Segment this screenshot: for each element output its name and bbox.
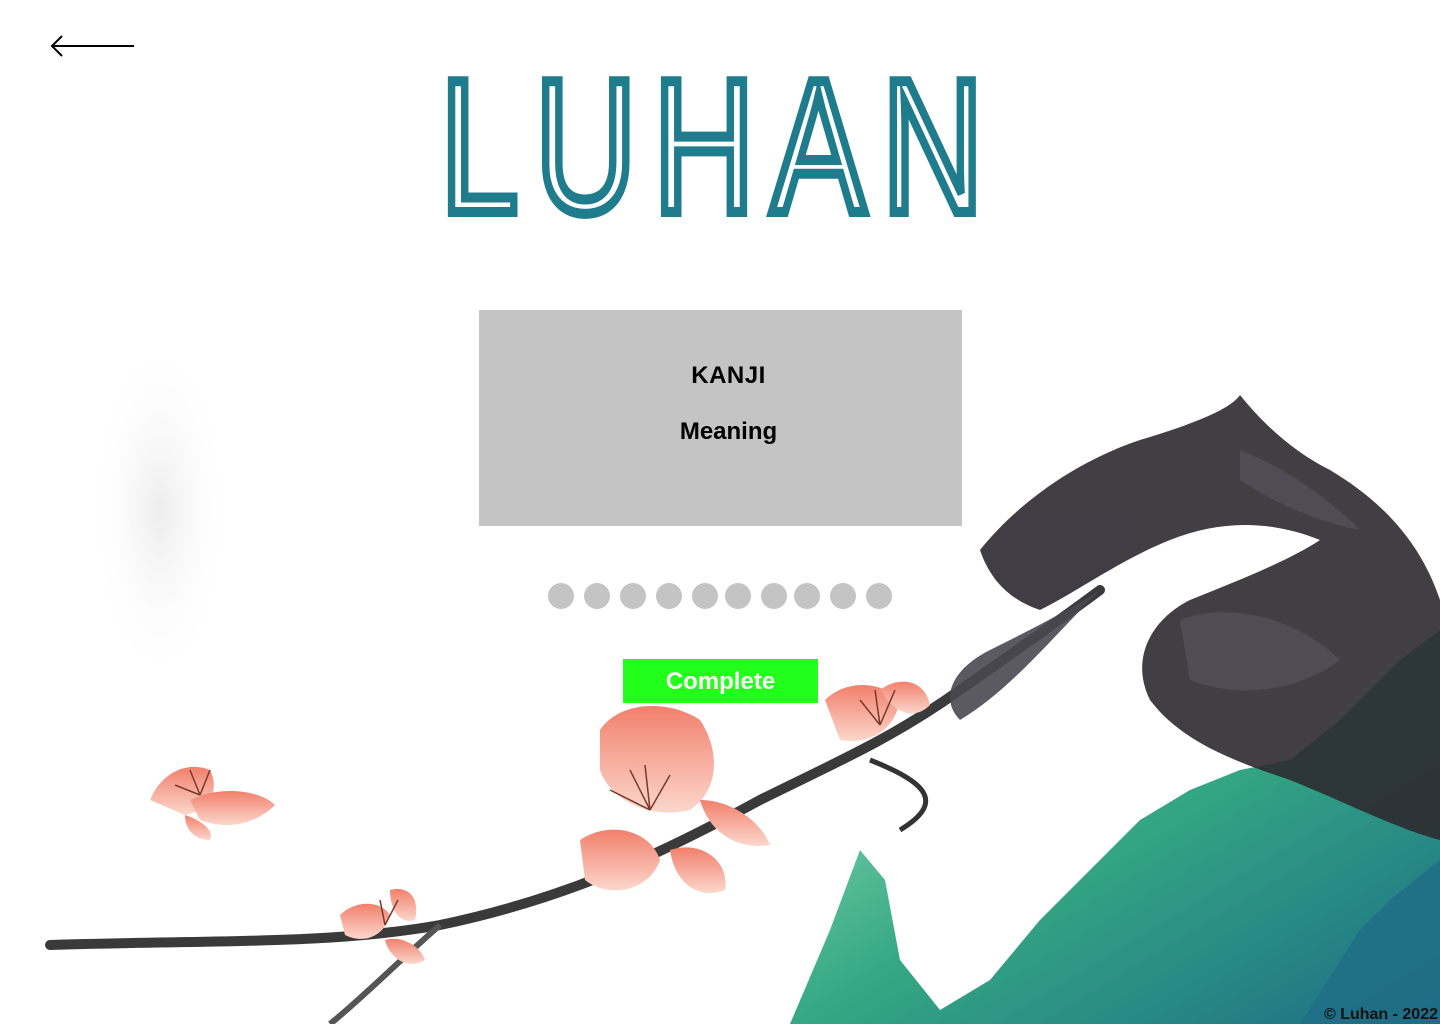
copyright-text: © Luhan - 2022 (1323, 1006, 1438, 1023)
flashcard[interactable]: KANJI Meaning (479, 310, 962, 526)
meaning-label: Meaning (679, 418, 778, 445)
left-arrow-icon (50, 35, 134, 57)
mist-shape (90, 330, 230, 690)
back-button[interactable] (48, 30, 138, 62)
progress-dot[interactable] (584, 583, 610, 609)
progress-dot[interactable] (725, 583, 751, 609)
progress-dot[interactable] (656, 583, 682, 609)
kanji-label: KANJI (691, 362, 766, 389)
branch-shape (869, 757, 929, 833)
logo-text: LUHAN (440, 66, 1000, 226)
progress-dot[interactable] (866, 583, 892, 609)
blossom-shape (150, 766, 275, 840)
progress-dot[interactable] (794, 583, 820, 609)
progress-dot[interactable] (830, 583, 856, 609)
progress-dots (548, 583, 908, 609)
progress-dot[interactable] (548, 583, 574, 609)
branch-shape (45, 585, 1105, 950)
stamen-shape (174, 689, 896, 926)
progress-dot[interactable] (620, 583, 646, 609)
progress-dot[interactable] (692, 583, 718, 609)
blossom-shape (580, 706, 770, 894)
complete-button[interactable]: Complete (623, 659, 818, 703)
progress-dot[interactable] (761, 583, 787, 609)
brand-logo: LUHAN (430, 66, 1010, 226)
